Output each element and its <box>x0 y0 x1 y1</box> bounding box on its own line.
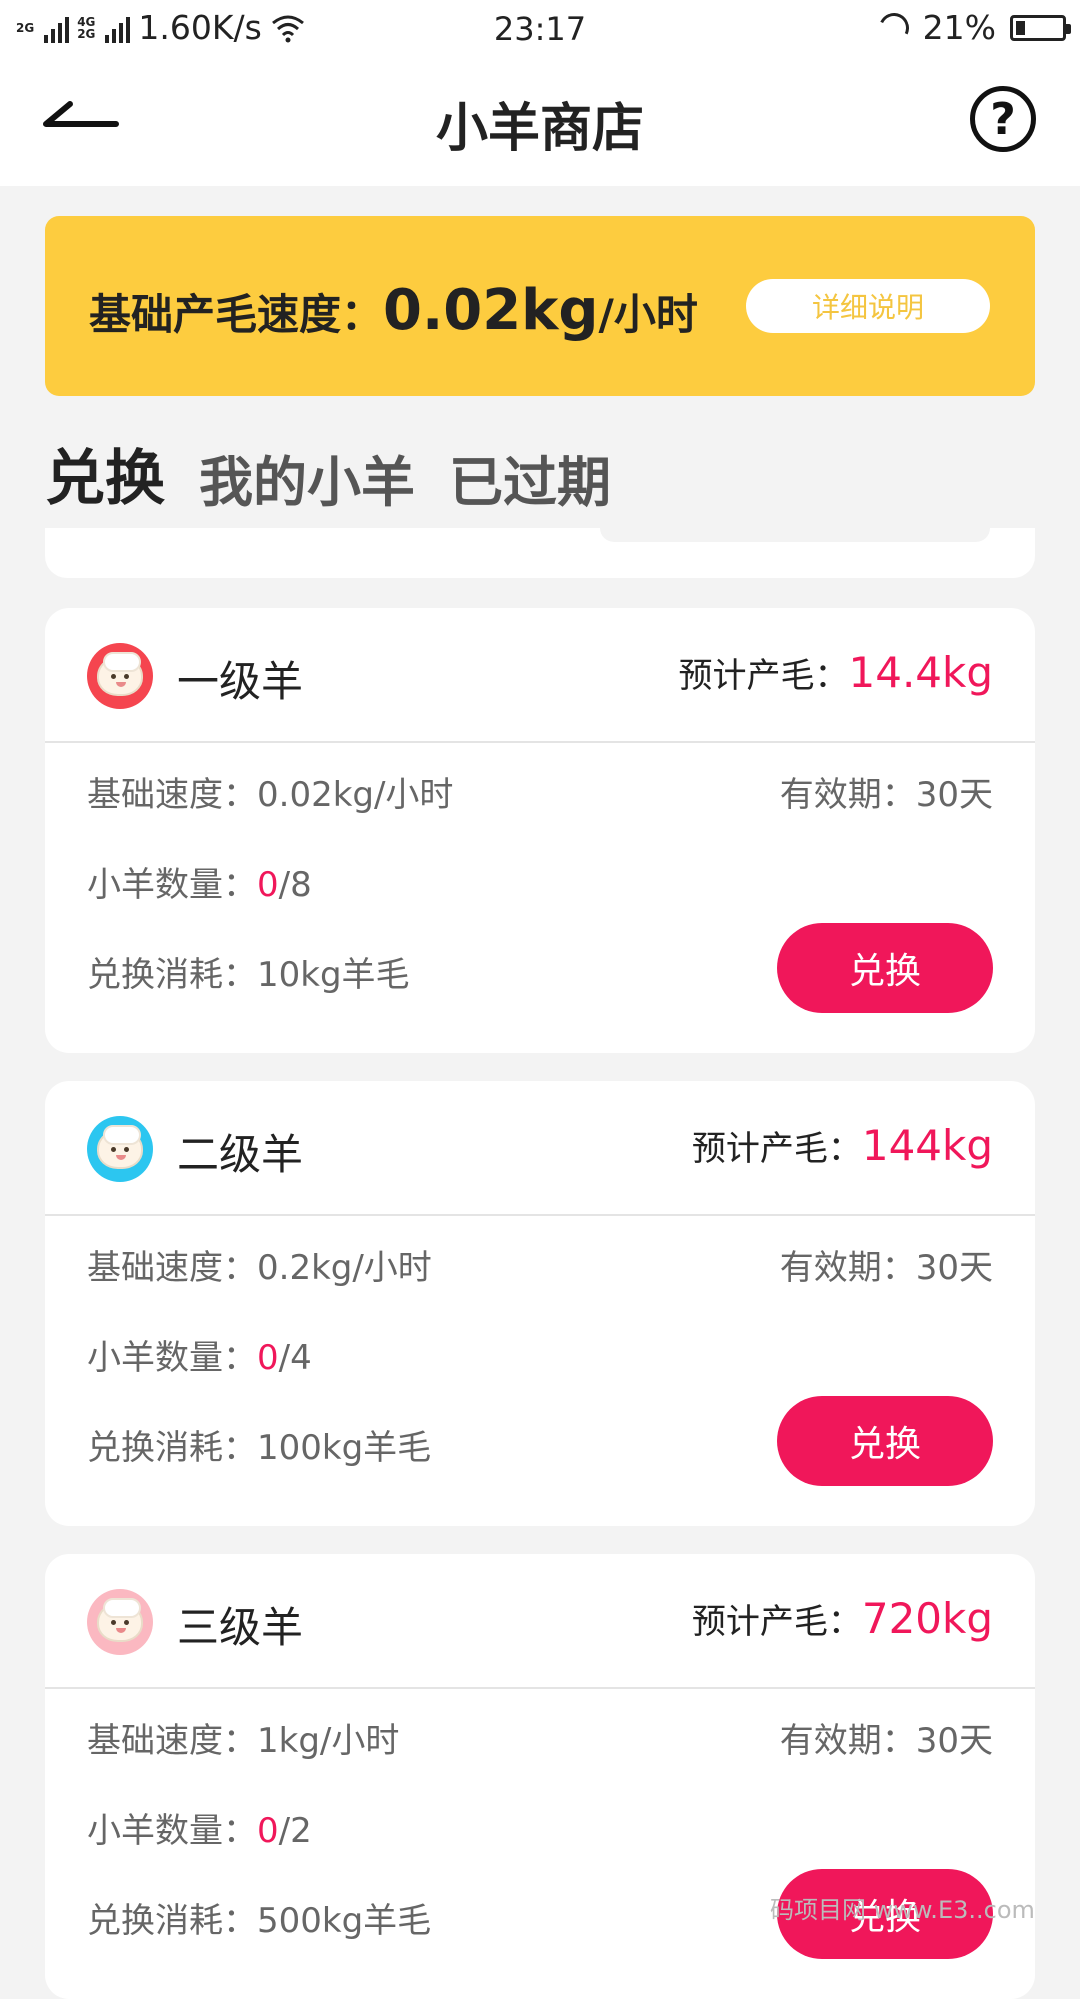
validity-period: 有效期：30天 <box>779 1248 993 1288</box>
estimated-wool: 预计产毛：720kg <box>692 1594 993 1643</box>
partial-card <box>45 528 1035 578</box>
estimated-wool-value: 14.4kg <box>848 648 994 697</box>
sheep-avatar-icon <box>87 1116 153 1182</box>
estimated-wool-label: 预计产毛： <box>691 1602 862 1642</box>
estimated-wool-label: 预计产毛： <box>678 656 849 696</box>
estimated-wool-value: 720kg <box>861 1594 993 1643</box>
base-speed-unit: /小时 <box>598 290 698 339</box>
page-title: 小羊商店 <box>435 99 644 159</box>
validity-period: 有效期：30天 <box>779 1721 993 1761</box>
base-speed: 基础速度：0.02kg/小时 <box>87 775 454 815</box>
tab-my-sheep[interactable]: 我的小羊 <box>199 438 415 517</box>
card-header: 三级羊 预计产毛：720kg <box>45 1554 1035 1689</box>
base-speed: 基础速度：1kg/小时 <box>87 1721 400 1761</box>
estimated-wool-label: 预计产毛： <box>691 1129 862 1169</box>
sheep-level-name: 二级羊 <box>177 1130 304 1179</box>
battery-fill <box>1016 20 1026 35</box>
card-header: 一级羊 预计产毛：14.4kg <box>45 608 1035 743</box>
estimated-wool: 预计产毛：144kg <box>692 1121 993 1170</box>
tab-bar: 兑换 我的小羊 已过期 <box>45 430 611 517</box>
card-header: 二级羊 预计产毛：144kg <box>45 1081 1035 1216</box>
sheep-count: 小羊数量：0/8 <box>87 857 312 906</box>
sheep-card: 二级羊 预计产毛：144kg 基础速度：0.2kg/小时 有效期：30天 小羊数… <box>45 1081 1035 1526</box>
sheep-level-name: 一级羊 <box>177 657 304 706</box>
tab-exchange[interactable]: 兑换 <box>45 430 169 517</box>
sheep-count: 小羊数量：0/4 <box>87 1330 312 1379</box>
card-body: 基础速度：1kg/小时 有效期：30天 小羊数量：0/2 兑换消耗：500kg羊… <box>45 1689 1035 1999</box>
tab-expired[interactable]: 已过期 <box>449 438 611 517</box>
battery-percent: 21% <box>922 8 996 47</box>
status-right: 21% <box>874 8 1071 47</box>
estimated-wool: 预计产毛：14.4kg <box>679 648 994 697</box>
sheep-level-name: 三级羊 <box>177 1603 304 1652</box>
partial-card-shape <box>600 528 990 542</box>
base-speed: 基础速度：0.2kg/小时 <box>87 1248 432 1288</box>
moon-icon <box>874 8 913 47</box>
sheep-card: 三级羊 预计产毛：720kg 基础速度：1kg/小时 有效期：30天 小羊数量：… <box>45 1554 1035 1999</box>
sheep-count-owned: 0 <box>257 1338 279 1378</box>
base-speed-text: 基础产毛速度：0.02kg/小时 <box>89 278 698 343</box>
estimated-wool-value: 144kg <box>861 1121 993 1170</box>
sheep-count-total: /8 <box>278 865 312 905</box>
base-speed-value: 0.02kg <box>383 278 599 343</box>
card-body: 基础速度：0.02kg/小时 有效期：30天 小羊数量：0/8 兑换消耗：10k… <box>45 743 1035 1053</box>
sheep-count-owned: 0 <box>257 1811 279 1851</box>
sheep-count-label: 小羊数量： <box>87 1811 257 1851</box>
battery-icon <box>1010 14 1071 41</box>
sheep-count-total: /4 <box>278 1338 312 1378</box>
detail-button[interactable]: 详细说明 <box>746 279 990 333</box>
speed-banner: 基础产毛速度：0.02kg/小时 详细说明 <box>45 216 1035 396</box>
sheep-avatar-icon <box>87 643 153 709</box>
sheep-card: 一级羊 预计产毛：14.4kg 基础速度：0.02kg/小时 有效期：30天 小… <box>45 608 1035 1053</box>
sheep-count-total: /2 <box>278 1811 312 1851</box>
sheep-count-label: 小羊数量： <box>87 865 257 905</box>
status-bar: 2G 4G 2G 1.60K/s 23:17 21% <box>0 0 1080 56</box>
exchange-cost: 兑换消耗：100kg羊毛 <box>87 1428 432 1468</box>
nav-bar: 小羊商店 ? <box>0 56 1080 186</box>
sheep-count-label: 小羊数量： <box>87 1338 257 1378</box>
exchange-cost: 兑换消耗：500kg羊毛 <box>87 1901 432 1941</box>
exchange-button[interactable]: 兑换 <box>777 923 993 1013</box>
exchange-cost: 兑换消耗：10kg羊毛 <box>87 955 410 995</box>
sheep-count-owned: 0 <box>257 865 279 905</box>
validity-period: 有效期：30天 <box>779 775 993 815</box>
question-icon: ? <box>990 93 1016 145</box>
base-speed-label: 基础产毛速度： <box>89 290 384 339</box>
sheep-count: 小羊数量：0/2 <box>87 1803 312 1852</box>
help-button[interactable]: ? <box>970 86 1036 152</box>
card-body: 基础速度：0.2kg/小时 有效期：30天 小羊数量：0/4 兑换消耗：100k… <box>45 1216 1035 1526</box>
exchange-button[interactable]: 兑换 <box>777 1396 993 1486</box>
sheep-avatar-icon <box>87 1589 153 1655</box>
